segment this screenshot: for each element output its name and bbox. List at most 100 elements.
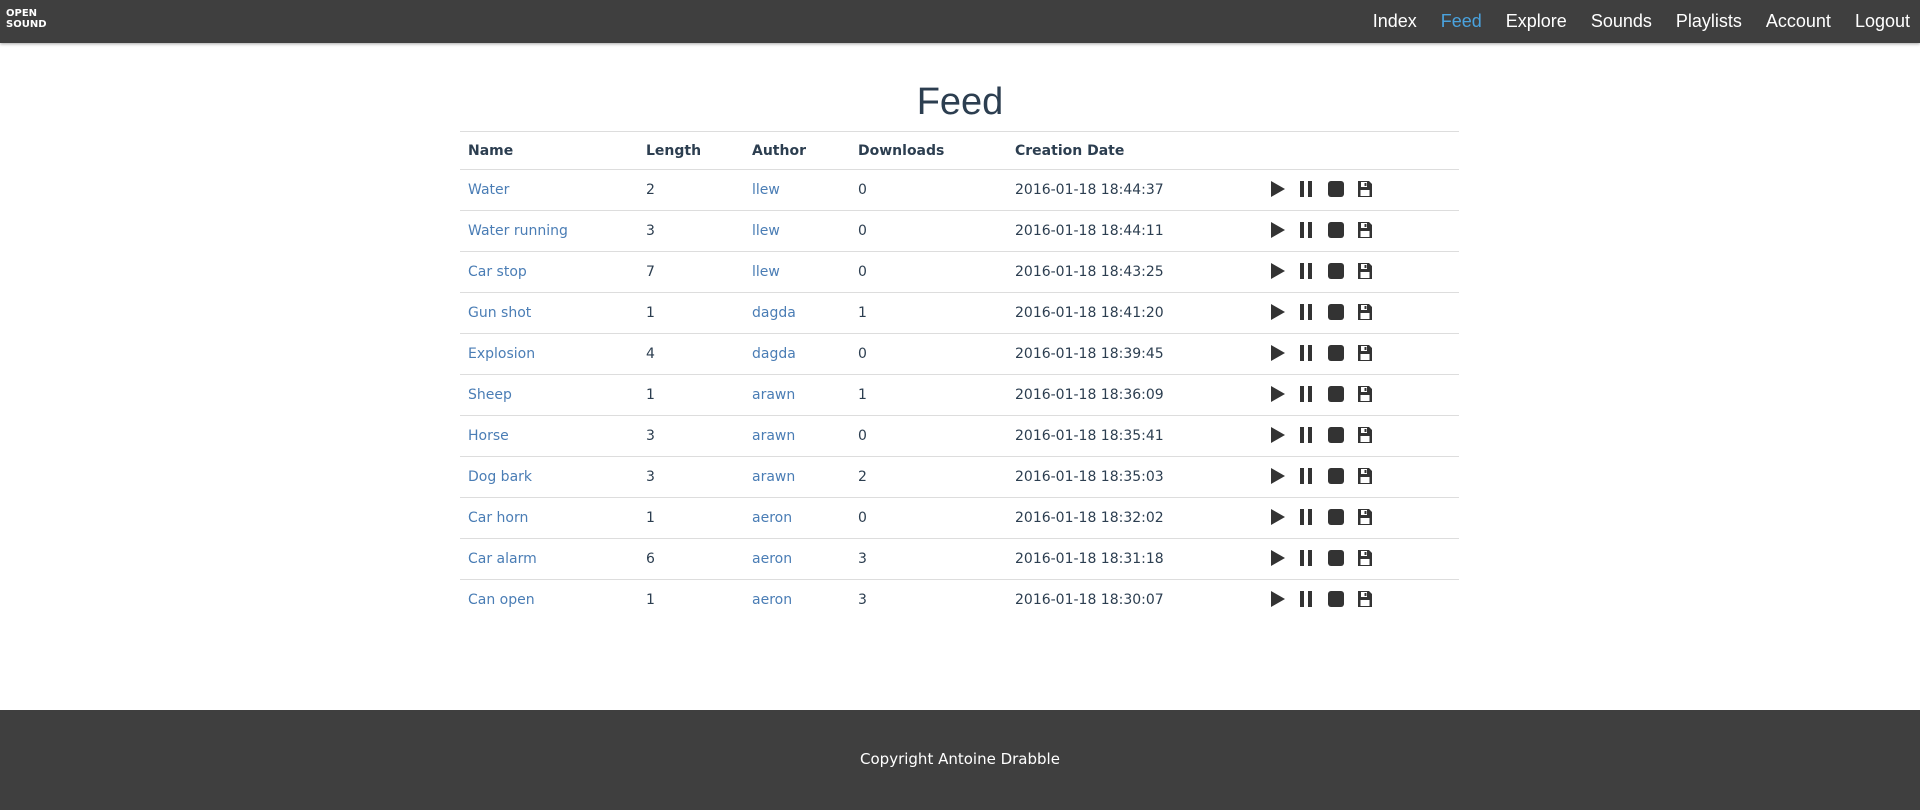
play-icon[interactable] <box>1270 590 1299 610</box>
save-icon[interactable] <box>1357 385 1386 405</box>
save-icon[interactable] <box>1357 549 1386 569</box>
cell-date: 2016-01-18 18:39:45 <box>1007 333 1262 375</box>
stop-icon[interactable] <box>1328 303 1357 323</box>
cell-actions <box>1262 374 1459 416</box>
sound-name-link[interactable]: Car stop <box>468 264 527 280</box>
nav-account[interactable]: Account <box>1754 0 1843 43</box>
cell-actions <box>1262 580 1459 621</box>
play-icon[interactable] <box>1270 180 1299 200</box>
stop-icon[interactable] <box>1328 262 1357 282</box>
cell-name: Horse <box>460 415 638 457</box>
cell-length: 7 <box>638 251 744 293</box>
sound-name-link[interactable]: Car alarm <box>468 551 537 567</box>
stop-icon[interactable] <box>1328 467 1357 487</box>
nav-sounds[interactable]: Sounds <box>1579 0 1664 43</box>
save-icon[interactable] <box>1357 221 1386 241</box>
stop-icon[interactable] <box>1328 385 1357 405</box>
stop-icon[interactable] <box>1328 590 1357 610</box>
stop-icon[interactable] <box>1328 549 1357 569</box>
cell-length: 1 <box>638 292 744 334</box>
pause-icon[interactable] <box>1299 467 1328 487</box>
sound-author-link[interactable]: llew <box>752 182 780 198</box>
save-icon[interactable] <box>1357 508 1386 528</box>
sound-author-link[interactable]: dagda <box>752 305 796 321</box>
pause-icon[interactable] <box>1299 426 1328 446</box>
pause-icon[interactable] <box>1299 590 1328 610</box>
sound-creation-date: 2016-01-18 18:44:37 <box>1015 182 1164 198</box>
pause-icon[interactable] <box>1299 385 1328 405</box>
opensound-logo[interactable]: OPEN SOUND <box>6 8 47 34</box>
play-icon[interactable] <box>1270 262 1299 282</box>
save-icon[interactable] <box>1357 180 1386 200</box>
sound-author-link[interactable]: aeron <box>752 592 792 608</box>
sound-name-link[interactable]: Can open <box>468 592 535 608</box>
sound-length: 6 <box>646 551 655 567</box>
play-icon[interactable] <box>1270 426 1299 446</box>
sound-name-link[interactable]: Horse <box>468 428 509 444</box>
save-icon[interactable] <box>1357 303 1386 323</box>
sound-author-link[interactable]: aeron <box>752 510 792 526</box>
sound-name-link[interactable]: Water <box>468 182 509 198</box>
sound-downloads: 1 <box>858 305 867 321</box>
cell-actions <box>1262 210 1459 252</box>
play-icon[interactable] <box>1270 344 1299 364</box>
row-actions <box>1270 344 1451 364</box>
pause-icon[interactable] <box>1299 344 1328 364</box>
cell-name: Explosion <box>460 333 638 375</box>
sound-creation-date: 2016-01-18 18:43:25 <box>1015 264 1164 280</box>
sound-downloads: 0 <box>858 223 867 239</box>
play-icon[interactable] <box>1270 221 1299 241</box>
play-icon[interactable] <box>1270 303 1299 323</box>
play-icon[interactable] <box>1270 467 1299 487</box>
sound-name-link[interactable]: Gun shot <box>468 305 531 321</box>
sound-name-link[interactable]: Sheep <box>468 387 512 403</box>
cell-downloads: 2 <box>850 456 1007 498</box>
cell-name: Can open <box>460 580 638 621</box>
sound-name-link[interactable]: Explosion <box>468 346 535 362</box>
sound-name-link[interactable]: Car horn <box>468 510 528 526</box>
cell-name: Water <box>460 169 638 211</box>
stop-icon[interactable] <box>1328 221 1357 241</box>
cell-actions <box>1262 169 1459 211</box>
nav-logout[interactable]: Logout <box>1843 0 1920 43</box>
play-icon[interactable] <box>1270 508 1299 528</box>
sound-author-link[interactable]: llew <box>752 264 780 280</box>
nav-explore[interactable]: Explore <box>1494 0 1579 43</box>
save-icon[interactable] <box>1357 262 1386 282</box>
sound-author-link[interactable]: arawn <box>752 387 795 403</box>
sound-name-link[interactable]: Water running <box>468 223 568 239</box>
save-icon[interactable] <box>1357 344 1386 364</box>
stop-icon[interactable] <box>1328 344 1357 364</box>
cell-author: arawn <box>744 374 850 416</box>
sound-name-link[interactable]: Dog bark <box>468 469 532 485</box>
row-actions <box>1270 508 1451 528</box>
sound-author-link[interactable]: dagda <box>752 346 796 362</box>
nav-playlists[interactable]: Playlists <box>1664 0 1754 43</box>
cell-author: dagda <box>744 292 850 334</box>
sound-author-link[interactable]: llew <box>752 223 780 239</box>
stop-icon[interactable] <box>1328 180 1357 200</box>
pause-icon[interactable] <box>1299 180 1328 200</box>
nav-index[interactable]: Index <box>1361 0 1429 43</box>
cell-author: aeron <box>744 497 850 539</box>
sound-creation-date: 2016-01-18 18:35:03 <box>1015 469 1164 485</box>
pause-icon[interactable] <box>1299 262 1328 282</box>
footer-copyright: Copyright Antoine Drabble <box>860 750 1060 768</box>
sound-author-link[interactable]: arawn <box>752 428 795 444</box>
nav-feed[interactable]: Feed <box>1429 0 1494 43</box>
pause-icon[interactable] <box>1299 303 1328 323</box>
play-icon[interactable] <box>1270 385 1299 405</box>
stop-icon[interactable] <box>1328 426 1357 446</box>
pause-icon[interactable] <box>1299 549 1328 569</box>
sound-author-link[interactable]: aeron <box>752 551 792 567</box>
sound-author-link[interactable]: arawn <box>752 469 795 485</box>
stop-icon[interactable] <box>1328 508 1357 528</box>
save-icon[interactable] <box>1357 467 1386 487</box>
pause-icon[interactable] <box>1299 221 1328 241</box>
save-icon[interactable] <box>1357 590 1386 610</box>
play-icon[interactable] <box>1270 549 1299 569</box>
save-icon[interactable] <box>1357 426 1386 446</box>
pause-icon[interactable] <box>1299 508 1328 528</box>
cell-date: 2016-01-18 18:43:25 <box>1007 251 1262 293</box>
cell-author: arawn <box>744 415 850 457</box>
